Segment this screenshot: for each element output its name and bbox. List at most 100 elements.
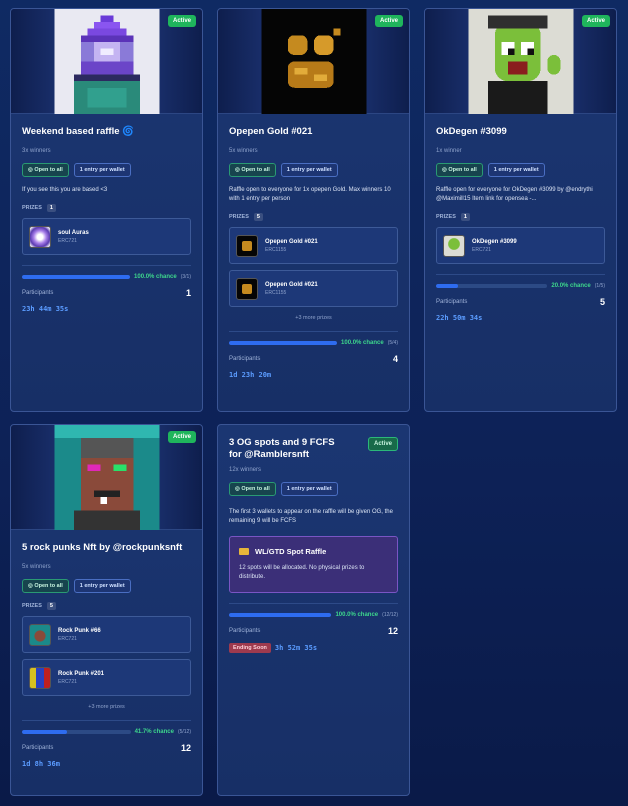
raffle-card[interactable]: Active Opepen Gold #021 5x winners ◎ Ope… (217, 8, 410, 412)
prize-type: ERC721 (58, 635, 77, 642)
chance-fraction: (3/1) (180, 274, 191, 280)
winners-count: 3x winners (22, 148, 51, 154)
nft-image (261, 9, 366, 114)
wl-title: WL/GTD Spot Raffle (255, 547, 327, 556)
prize-name: OkDegen #3099 (472, 238, 517, 245)
more-prizes-link[interactable]: +3 more prizes (22, 704, 191, 710)
nft-image (54, 9, 159, 114)
chance-progress-bar (22, 730, 131, 734)
chance-fraction: (5/12) (177, 729, 191, 735)
prize-type: ERC721 (472, 246, 491, 253)
chance-progress-fill (22, 275, 131, 279)
nft-image (54, 425, 159, 530)
entry-limit-tag: 1 entry per wallet (280, 482, 338, 496)
chance-progress-fill (229, 341, 338, 345)
status-badge: Active (167, 431, 196, 443)
card-hero: Active (218, 9, 409, 114)
raffle-description: If you see this you are based <3 (22, 187, 108, 193)
chance-progress-bar (229, 341, 338, 345)
participants-label: Participants (229, 356, 261, 362)
raffle-card[interactable]: Active Weekend based raffle 🌀 3x winners… (10, 8, 203, 412)
participants-count: 1 (185, 288, 191, 298)
chance-value: 100.0% chance (341, 340, 384, 346)
raffle-description: Raffle open to everyone for 1x opepen Go… (229, 187, 391, 202)
wl-spot-panel: WL/GTD Spot Raffle 12 spots will be allo… (229, 536, 398, 593)
winners-count: 1x winner (436, 148, 462, 154)
participants-count: 4 (392, 354, 398, 364)
participants-count: 12 (180, 743, 191, 753)
prize-item[interactable]: Opepen Gold #021 ERC1155 (229, 270, 398, 307)
ending-soon-badge: Ending Soon (229, 643, 271, 653)
prize-thumbnail (29, 666, 51, 689)
raffle-title[interactable]: OkDegen #3099 (436, 126, 605, 138)
card-hero: Active (11, 425, 202, 530)
prize-thumbnail (29, 623, 51, 646)
countdown-timer: Ending Soon 3h 52m 35s (229, 643, 398, 653)
entry-limit-tag: 1 entry per wallet (487, 163, 545, 177)
prize-name: Opepen Gold #021 (265, 281, 318, 288)
divider (229, 331, 398, 332)
nft-image (468, 9, 573, 114)
raffle-card[interactable]: Active 3 OG spots and 9 FCFS for @Ramble… (217, 424, 410, 796)
participants-count: 5 (599, 297, 605, 307)
participants-count: 12 (387, 626, 398, 636)
prize-item[interactable]: OkDegen #3099 ERC721 (436, 227, 605, 264)
chance-value: 100.0% chance (335, 612, 379, 618)
ticket-icon (239, 548, 249, 555)
entry-limit-tag: 1 entry per wallet (280, 163, 338, 177)
status-badge: Active (374, 15, 403, 27)
wl-description: 12 spots will be allocated. No physical … (239, 565, 365, 580)
prize-item[interactable]: Opepen Gold #021 ERC1155 (229, 227, 398, 264)
raffle-title[interactable]: Weekend based raffle 🌀 (22, 126, 191, 138)
prizes-header: PRIZES 1 (436, 213, 605, 221)
raffle-title[interactable]: Opepen Gold #021 (229, 126, 398, 138)
countdown-timer: 22h 50m 34s (436, 314, 483, 322)
prize-name: Rock Punk #201 (58, 670, 105, 677)
open-to-all-tag: ◎ Open to all (22, 163, 69, 177)
prize-type: ERC721 (58, 237, 77, 244)
chance-fraction: (1/5) (594, 283, 605, 289)
divider (436, 274, 605, 275)
prize-name: Opepen Gold #021 (265, 238, 318, 245)
winners-count: 5x winners (22, 564, 51, 570)
prize-item[interactable]: Rock Punk #66 ERC721 (22, 616, 191, 653)
prizes-count: 1 (460, 213, 470, 221)
prize-name: soul Auras (58, 229, 89, 236)
prize-name: Rock Punk #66 (58, 627, 101, 634)
prize-type: ERC1155 (265, 289, 287, 296)
entry-limit-tag: 1 entry per wallet (73, 579, 131, 593)
divider (22, 720, 191, 721)
raffle-card[interactable]: Active OkDegen #3099 1x winner ◎ Open to… (424, 8, 617, 412)
prize-thumbnail (236, 234, 258, 257)
raffle-title[interactable]: 3 OG spots and 9 FCFS for @Ramblersnft (229, 437, 349, 461)
more-prizes-link[interactable]: +3 more prizes (229, 315, 398, 321)
prizes-count: 1 (46, 204, 56, 212)
open-to-all-tag: ◎ Open to all (436, 163, 483, 177)
countdown-timer: 1d 23h 20m (229, 371, 272, 379)
prize-item[interactable]: Rock Punk #201 ERC721 (22, 659, 191, 696)
raffle-title[interactable]: 5 rock punks Nft by @rockpunksnft (22, 542, 191, 554)
raffle-description: Raffle open for everyone for OkDegen #30… (436, 187, 593, 202)
open-to-all-tag: ◎ Open to all (229, 163, 276, 177)
winners-count: 5x winners (229, 148, 258, 154)
raffle-description: The first 3 wallets to appear on the raf… (229, 509, 393, 524)
participants-label: Participants (436, 299, 468, 305)
prize-thumbnail (29, 225, 51, 248)
raffle-card[interactable]: Active 5 rock punks Nft by @rockpunksnft… (10, 424, 203, 796)
prize-item[interactable]: soul Auras ERC721 (22, 218, 191, 255)
chance-fraction: (5/4) (387, 340, 398, 346)
divider (22, 265, 191, 266)
prizes-count: 5 (253, 213, 263, 221)
divider (229, 603, 398, 604)
status-badge: Active (581, 15, 610, 27)
chance-progress-bar (436, 284, 548, 288)
chance-progress-fill (436, 284, 459, 288)
countdown-timer: 23h 44m 35s (22, 305, 69, 313)
chance-value: 100.0% chance (134, 274, 177, 280)
chance-value: 20.0% chance (551, 283, 591, 289)
chance-progress-fill (22, 730, 68, 734)
open-to-all-tag: ◎ Open to all (22, 579, 69, 593)
chance-fraction: (12/12) (382, 612, 398, 618)
chance-progress-bar (22, 275, 131, 279)
chance-progress-bar (229, 613, 332, 617)
